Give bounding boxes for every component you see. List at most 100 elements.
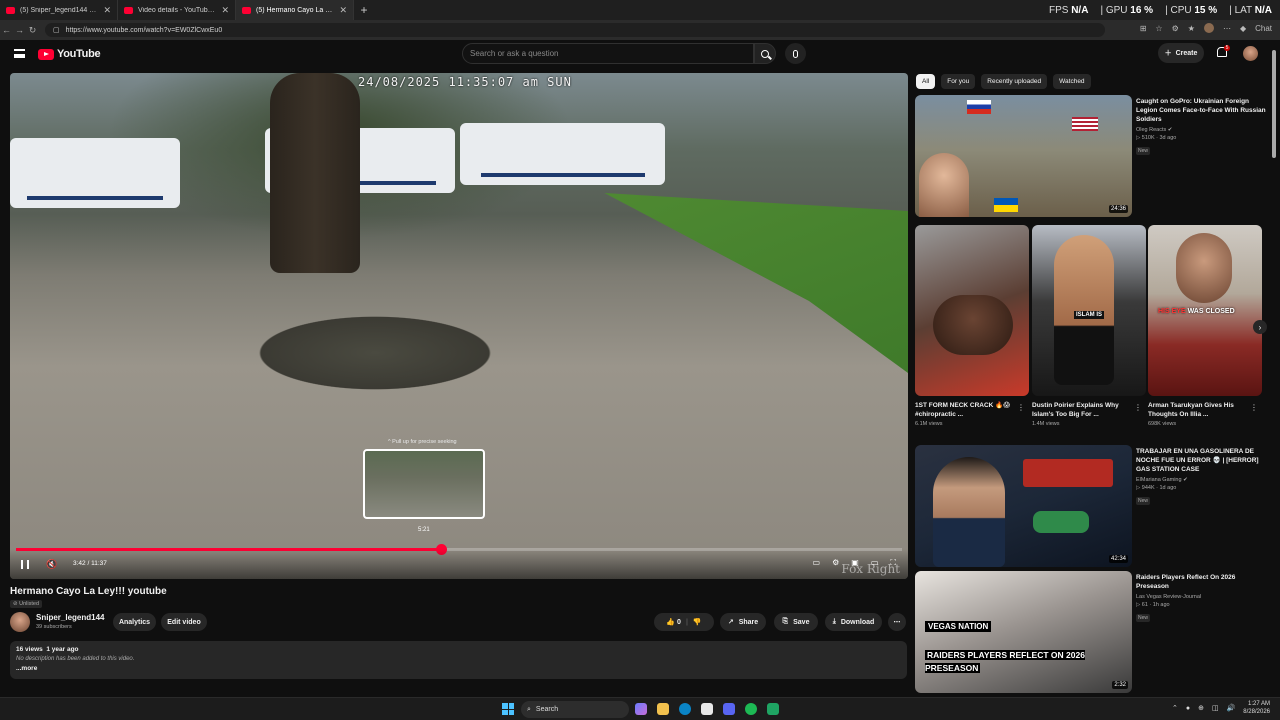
video-title[interactable]: Caught on GoPro: Ukrainian Foreign Legio… bbox=[1136, 97, 1266, 124]
microphone-icon[interactable]: ⊕ bbox=[1198, 704, 1204, 712]
youtube-logo[interactable]: YouTube bbox=[38, 48, 101, 60]
channel-name[interactable]: Sniper_legend144 bbox=[36, 613, 104, 622]
more-vertical-icon[interactable]: ⋮ bbox=[1017, 403, 1025, 412]
chat-label[interactable]: Chat bbox=[1255, 24, 1272, 33]
channel-avatar[interactable] bbox=[10, 612, 30, 632]
edit-video-button[interactable]: Edit video bbox=[161, 613, 207, 631]
clock-time: 1:27 AM bbox=[1247, 701, 1270, 707]
forward-icon[interactable]: → bbox=[13, 25, 26, 35]
download-button[interactable]: ⤓ Download bbox=[825, 613, 882, 631]
create-label: Create bbox=[1175, 49, 1198, 57]
clock[interactable]: 1:27 AM 8/28/2026 bbox=[1243, 700, 1270, 716]
description-box[interactable]: 16 views 1 year ago No description has b… bbox=[10, 641, 907, 679]
more-vertical-icon[interactable]: ⋮ bbox=[1250, 403, 1258, 412]
video-title[interactable]: Raiders Players Reflect On 2026 Preseaso… bbox=[1136, 573, 1266, 591]
voice-search-button[interactable] bbox=[785, 43, 806, 64]
profile-avatar[interactable] bbox=[1203, 23, 1214, 33]
account-avatar[interactable] bbox=[1243, 46, 1258, 61]
short-title[interactable]: Dustin Poirier Explains Why Islam's Too … bbox=[1032, 401, 1134, 419]
app-icon[interactable] bbox=[767, 703, 779, 715]
search-button[interactable] bbox=[754, 43, 776, 64]
shorts-next-button[interactable]: › bbox=[1253, 320, 1267, 334]
video-player[interactable]: 24/08/2025 11:35:07 am SUN ^ Pull up for… bbox=[10, 73, 908, 579]
short-thumbnail[interactable] bbox=[915, 225, 1029, 396]
reactor-face bbox=[919, 153, 969, 217]
extensions-icon[interactable]: ⚙ bbox=[1172, 24, 1179, 33]
short-title[interactable]: Arman Tsarukyan Gives His Thoughts On Il… bbox=[1148, 401, 1250, 419]
taskbar-search[interactable]: ⌕ Search bbox=[521, 701, 629, 718]
browser-tab-video[interactable]: (5) Hermano Cayo La Ley!!! youtube ✕ bbox=[236, 0, 354, 20]
dislike-icon[interactable]: 👎 bbox=[693, 618, 702, 626]
video-title[interactable]: TRABAJAR EN UNA GASOLINERA DE NOCHE FUE … bbox=[1136, 447, 1266, 474]
new-tab-button[interactable]: + bbox=[354, 3, 374, 17]
short-thumbnail[interactable]: HIS EYE WAS CLOSED bbox=[1148, 225, 1262, 396]
chip-recently-uploaded[interactable]: Recently uploaded bbox=[981, 74, 1048, 89]
video-thumbnail[interactable]: 24:36 bbox=[915, 95, 1132, 217]
windows-start-icon[interactable] bbox=[502, 703, 514, 715]
like-button[interactable]: 👍 0 bbox=[666, 618, 681, 626]
copilot-app-icon[interactable] bbox=[635, 703, 647, 715]
url-field[interactable]: ▢ https://www.youtube.com/watch?v=EW0ZlC… bbox=[45, 23, 1105, 37]
settings-gear-icon[interactable]: ⚙ bbox=[832, 558, 839, 568]
more-vertical-icon[interactable]: ⋮ bbox=[1134, 403, 1142, 412]
close-tab-icon[interactable]: ✕ bbox=[221, 5, 229, 16]
volume-icon[interactable]: 🔊 bbox=[1227, 704, 1236, 712]
recommended-video[interactable]: VEGAS NATION RAIDERS PLAYERS REFLECT ON … bbox=[915, 571, 1267, 693]
muted-volume-icon[interactable]: 🔇 bbox=[46, 559, 57, 570]
channel-name[interactable]: Oleg Reacts ✔ bbox=[1136, 127, 1266, 133]
close-tab-icon[interactable]: ✕ bbox=[103, 5, 111, 16]
copilot-icon[interactable]: ◆ bbox=[1240, 24, 1246, 33]
spotify-icon[interactable] bbox=[745, 703, 757, 715]
chip-all[interactable]: All bbox=[916, 74, 936, 89]
discord-icon[interactable] bbox=[723, 703, 735, 715]
channel-name[interactable]: ElMariana Gaming ✔ bbox=[1136, 477, 1266, 483]
like-dislike-group: 👍 0 | 👎 bbox=[654, 613, 714, 631]
short-thumbnail[interactable]: ISLAM IS bbox=[1032, 225, 1146, 396]
youtube-favicon-icon bbox=[242, 6, 251, 14]
edge-browser-icon[interactable] bbox=[679, 703, 691, 715]
microphone-icon bbox=[793, 49, 798, 58]
save-button[interactable]: ⎘ Save bbox=[774, 613, 818, 631]
video-duration: 42:34 bbox=[1108, 555, 1128, 563]
search-input[interactable]: Search or ask a question bbox=[462, 43, 754, 64]
pause-icon[interactable] bbox=[21, 560, 29, 569]
video-thumbnail[interactable]: 42:34 bbox=[915, 445, 1132, 567]
chip-watched[interactable]: Watched bbox=[1053, 74, 1091, 89]
close-tab-icon[interactable]: ✕ bbox=[339, 5, 347, 16]
file-explorer-icon[interactable] bbox=[657, 703, 669, 715]
hamburger-menu-icon[interactable] bbox=[14, 49, 25, 58]
short-item[interactable]: 1ST FORM NECK CRACK 🔥😱 #chiropractic ...… bbox=[915, 225, 1029, 427]
tray-app-icon[interactable]: ● bbox=[1186, 705, 1190, 712]
favorites-icon[interactable]: ★ bbox=[1188, 24, 1195, 33]
visibility-badge: ⊘ Unlisted bbox=[10, 600, 43, 608]
more-actions-button[interactable]: ⋯ bbox=[888, 613, 906, 631]
chip-for-you[interactable]: For you bbox=[941, 74, 976, 89]
page-scrollbar-thumb[interactable] bbox=[1272, 50, 1276, 158]
recommended-video[interactable]: 42:34 TRABAJAR EN UNA GASOLINERA DE NOCH… bbox=[915, 445, 1267, 567]
short-item[interactable]: ISLAM IS Dustin Poirier Explains Why Isl… bbox=[1032, 225, 1146, 427]
more-menu-icon[interactable]: ⋯ bbox=[1223, 24, 1231, 33]
install-app-icon[interactable]: ⊞ bbox=[1140, 24, 1147, 33]
browser-tab-studio[interactable]: Video details - YouTube Studio ✕ bbox=[118, 0, 236, 20]
calendar-app-icon[interactable] bbox=[701, 703, 713, 715]
captions-icon[interactable]: ▭ bbox=[813, 558, 821, 568]
analytics-button[interactable]: Analytics bbox=[113, 613, 156, 631]
us-flag-icon bbox=[1072, 117, 1098, 131]
reload-icon[interactable]: ↻ bbox=[26, 25, 39, 36]
short-views: 698K views bbox=[1148, 421, 1177, 427]
chevron-up-icon[interactable]: ⌃ bbox=[1172, 704, 1178, 712]
channel-name[interactable]: Las Vegas Review-Journal bbox=[1136, 594, 1266, 600]
short-title[interactable]: 1ST FORM NECK CRACK 🔥😱 #chiropractic ... bbox=[915, 401, 1017, 419]
browser-tab-channel[interactable]: (5) Sniper_legend144 - YouTube ✕ bbox=[0, 0, 118, 20]
share-button[interactable]: ↗ Share bbox=[720, 613, 766, 631]
network-icon[interactable]: ◫ bbox=[1212, 704, 1219, 712]
url-text: https://www.youtube.com/watch?v=EW0ZlCwx… bbox=[65, 26, 223, 34]
create-button[interactable]: ＋ Create bbox=[1158, 43, 1204, 63]
site-info-icon[interactable]: ▢ bbox=[53, 26, 60, 34]
show-more-link[interactable]: ...more bbox=[16, 665, 901, 672]
short-item[interactable]: HIS EYE WAS CLOSED Arman Tsarukyan Gives… bbox=[1148, 225, 1262, 427]
recommended-video[interactable]: 24:36 Caught on GoPro: Ukrainian Foreign… bbox=[915, 95, 1267, 217]
video-thumbnail[interactable]: VEGAS NATION RAIDERS PLAYERS REFLECT ON … bbox=[915, 571, 1132, 693]
bookmark-star-icon[interactable]: ☆ bbox=[1155, 24, 1162, 33]
back-icon[interactable]: ← bbox=[0, 25, 13, 35]
